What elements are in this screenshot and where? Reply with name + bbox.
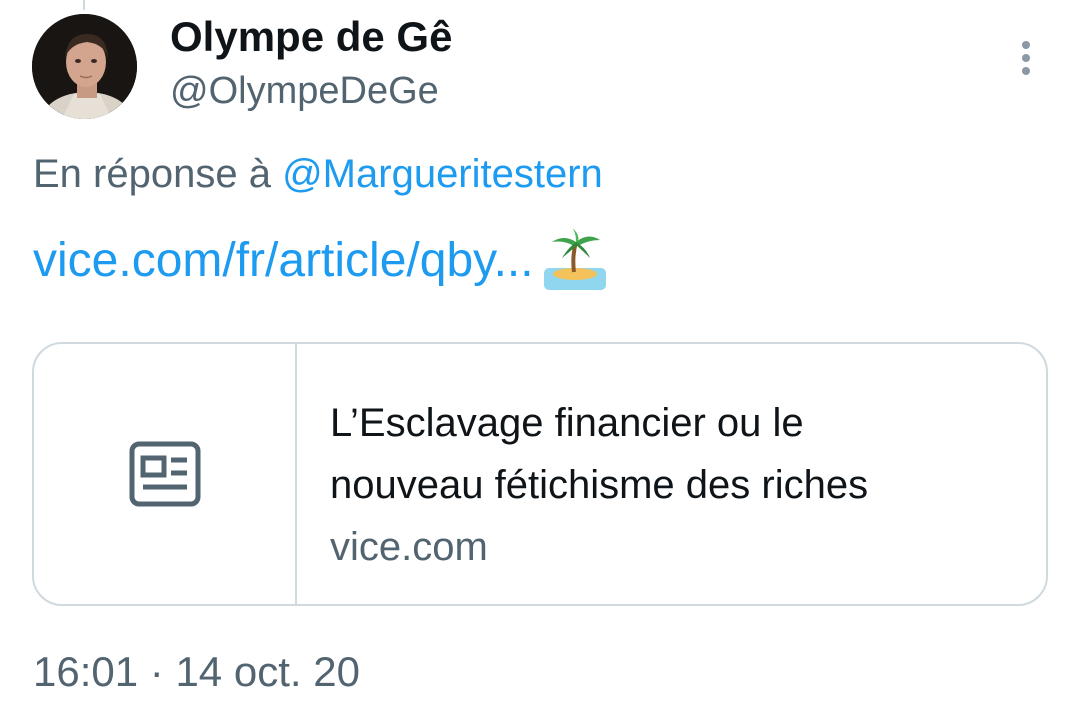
author-handle[interactable]: @OlympeDeGe [170,66,439,116]
article-icon [129,441,200,507]
tweet-text: vice.com/fr/article/qby... [33,228,608,294]
tweet-url-link[interactable]: vice.com/fr/article/qby... [33,231,534,291]
card-media [34,344,297,604]
tweet-date[interactable]: 14 oct. 20 [175,648,359,695]
card-body: L’Esclavage financier ou le nouveau féti… [330,392,1020,578]
author-display-name[interactable]: Olympe de Gê [170,12,452,62]
reply-prefix: En réponse à [33,152,271,196]
tweet-timestamp[interactable]: 16:01 · 14 oct. 20 [33,646,360,698]
avatar[interactable] [32,14,137,119]
tweet-detail: Olympe de Gê @OlympeDeGe En réponse à @M… [0,0,1080,718]
link-preview-card[interactable]: L’Esclavage financier ou le nouveau féti… [32,342,1048,606]
card-title-line-2: nouveau fétichisme des riches [330,463,869,507]
card-domain: vice.com [330,525,488,569]
desert-island-icon [542,228,608,294]
avatar-photo [32,14,137,119]
card-title-line-1: L’Esclavage financier ou le [330,401,804,445]
timestamp-separator: · [149,648,164,695]
tweet-time[interactable]: 16:01 [33,648,138,695]
reply-context: En réponse à @Margueritestern [33,148,603,200]
thread-connector-line [83,0,85,10]
reply-mention-link[interactable]: @Margueritestern [282,152,603,196]
more-vertical-icon [1022,41,1030,75]
more-options-button[interactable] [1008,36,1044,80]
